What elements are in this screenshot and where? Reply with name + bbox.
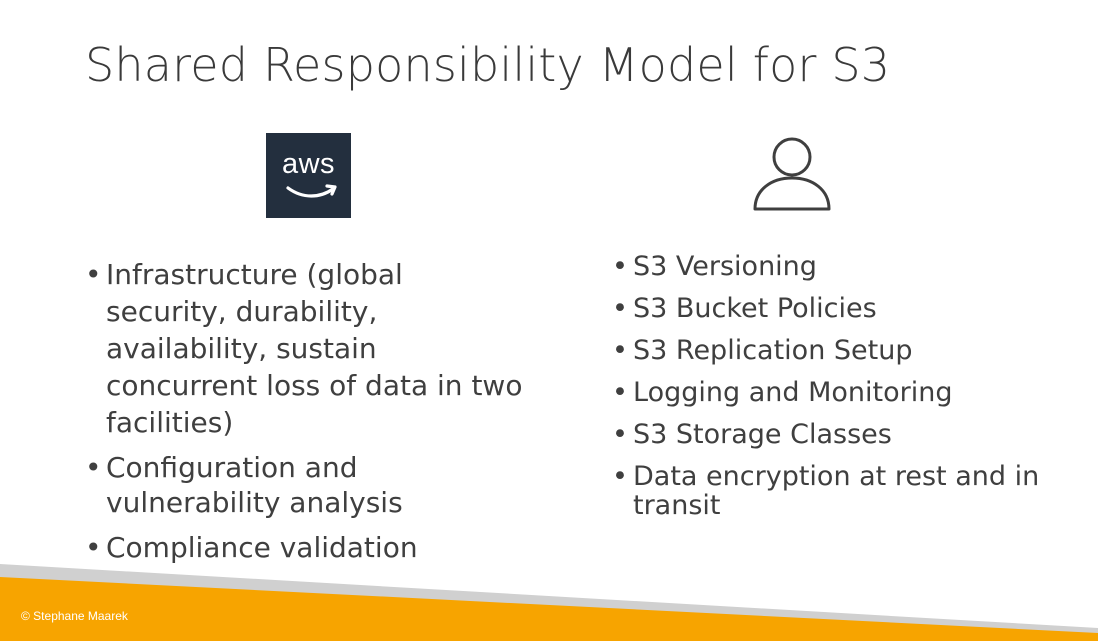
list-item: S3 Replication Setup	[612, 336, 1082, 367]
footer-band	[0, 564, 1098, 641]
copyright-text: © Stephane Maarek	[21, 609, 128, 623]
list-item: Infrastructure (global security, durabil…	[85, 256, 525, 441]
aws-logo: aws	[266, 133, 351, 218]
list-item: S3 Versioning	[612, 252, 1082, 283]
list-item: S3 Storage Classes	[612, 420, 1082, 451]
customer-responsibility-list: S3 Versioning S3 Bucket Policies S3 Repl…	[612, 252, 1082, 532]
user-icon	[752, 136, 832, 212]
list-item: Data encryption at rest and in transit	[612, 462, 1082, 520]
list-item: Logging and Monitoring	[612, 378, 1082, 409]
aws-smile-icon	[286, 184, 337, 198]
aws-responsibility-list: Infrastructure (global security, durabil…	[85, 256, 525, 575]
list-item: S3 Bucket Policies	[612, 294, 1082, 325]
page-title: Shared Responsibility Model for S3	[85, 38, 891, 92]
list-item: Configuration and vulnerability analysis	[85, 450, 525, 520]
